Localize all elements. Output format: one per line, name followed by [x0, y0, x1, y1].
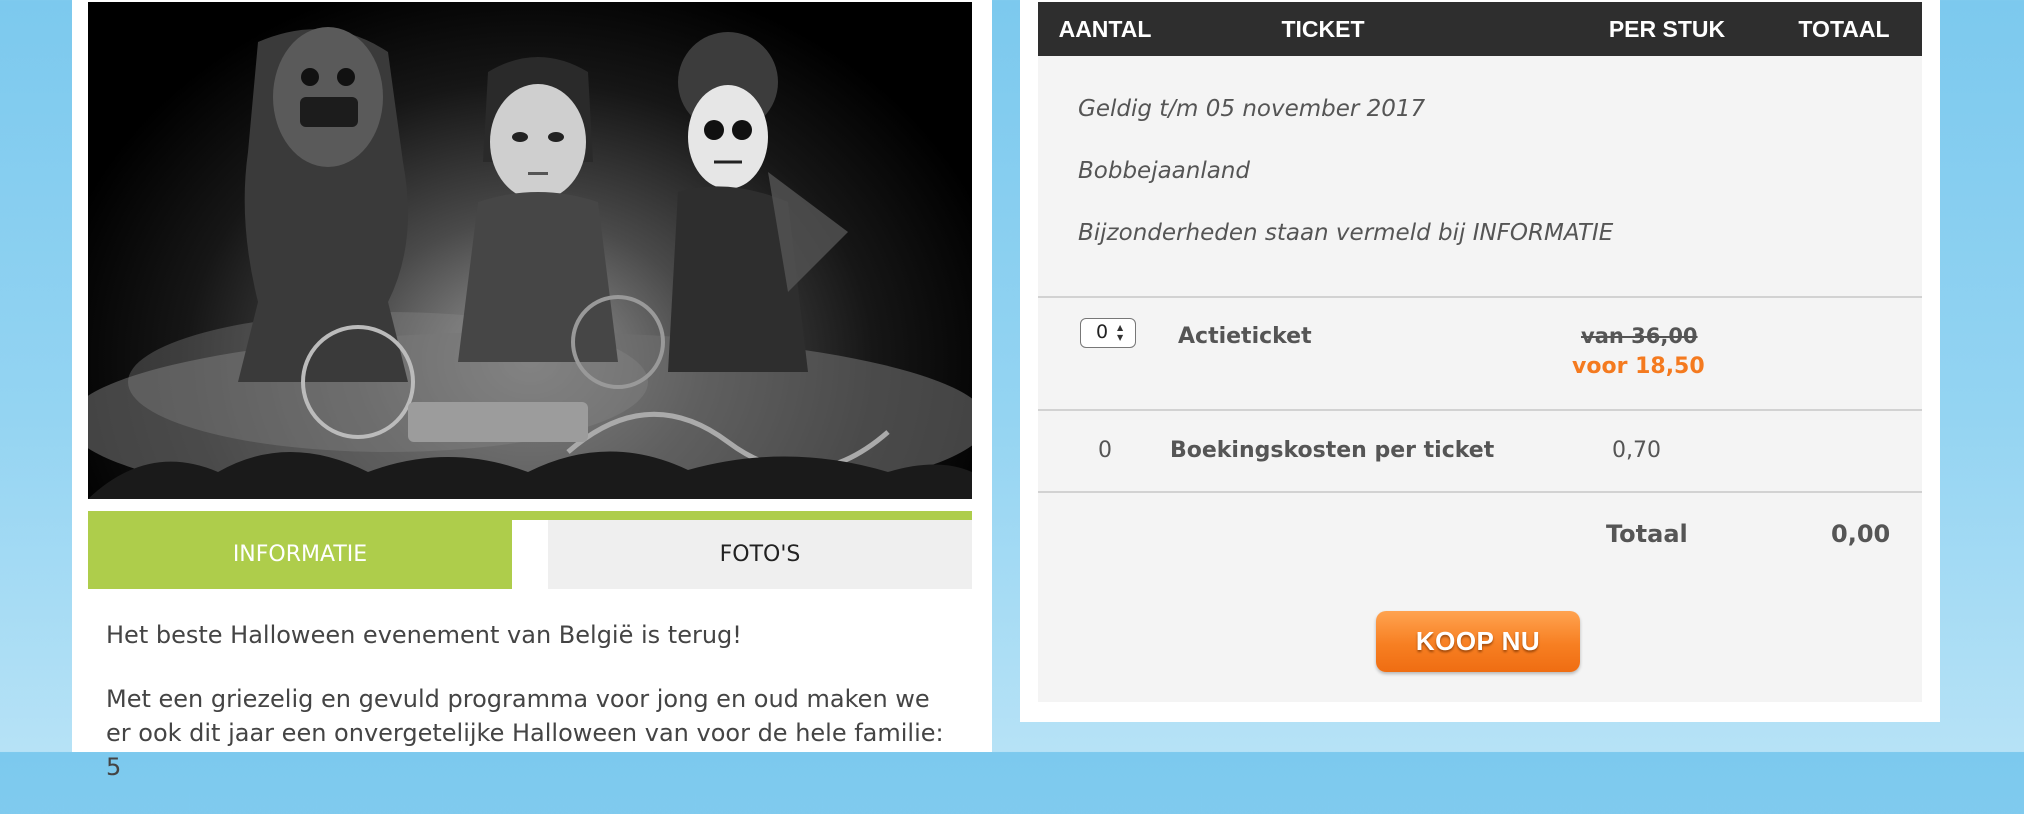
header-ticket: TICKET — [1281, 16, 1365, 42]
tab-informatie[interactable]: INFORMATIE — [88, 520, 512, 589]
row-divider — [1038, 409, 1922, 411]
buy-now-button[interactable]: KOOP NU — [1376, 611, 1580, 672]
booking-fee-quantity: 0 — [1098, 438, 1112, 463]
event-description: Het beste Halloween evenement van België… — [106, 618, 956, 814]
header-totaal: TOTAAL — [1798, 16, 1890, 42]
ticket-name: Actieticket — [1178, 324, 1312, 349]
info-tabs: INFORMATIE FOTO'S — [88, 511, 972, 589]
venue-text: Bobbejaanland — [1078, 158, 1251, 184]
header-per-stuk: PER STUK — [1608, 16, 1726, 42]
total-value: 0,00 — [1831, 520, 1891, 548]
header-aantal: AANTAL — [1058, 16, 1152, 42]
description-paragraph: Het beste Halloween evenement van België… — [106, 621, 742, 649]
description-paragraph: Met een griezelig en gevuld programma vo… — [106, 685, 944, 781]
event-info-panel: INFORMATIE FOTO'S Het beste Halloween ev… — [72, 0, 992, 781]
row-divider — [1038, 491, 1922, 493]
validity-text: Geldig t/m 05 november 2017 — [1078, 96, 1426, 122]
halloween-artwork — [88, 27, 972, 499]
ticket-order-panel: AANTAL TICKET PER STUK TOTAAL Geldig t/m… — [1020, 0, 1940, 722]
details-note: Bijzonderheden staan vermeld bij INFORMA… — [1078, 220, 1614, 246]
booking-fee-label: Boekingskosten per ticket — [1170, 438, 1495, 463]
table-header: AANTAL TICKET PER STUK TOTAAL — [1038, 2, 1922, 56]
ticket-info: Geldig t/m 05 november 2017 Bobbejaanlan… — [1078, 96, 1613, 282]
old-price: van 36,00 — [1581, 324, 1698, 348]
quantity-value: 0 — [1096, 321, 1109, 343]
quantity-select[interactable]: 0 ▲ ▼ — [1080, 318, 1136, 348]
tab-fotos[interactable]: FOTO'S — [548, 520, 972, 589]
sale-price: voor 18,50 — [1572, 354, 1705, 379]
row-divider — [1038, 296, 1922, 298]
event-hero-image — [88, 2, 972, 499]
ticket-table: AANTAL TICKET PER STUK TOTAAL Geldig t/m… — [1038, 2, 1922, 702]
select-arrows-icon: ▲ ▼ — [1117, 323, 1124, 342]
total-label: Totaal — [1606, 520, 1688, 548]
booking-fee-price: 0,70 — [1612, 438, 1661, 463]
